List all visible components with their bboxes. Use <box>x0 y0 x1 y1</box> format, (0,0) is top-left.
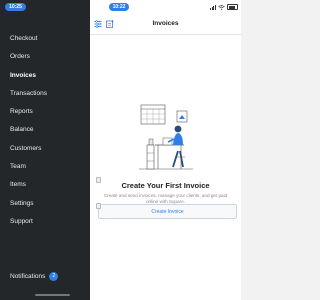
status-time-pill-main: 10:22 <box>109 3 129 11</box>
sidebar-item-orders[interactable]: Orders <box>0 48 90 66</box>
sidebar-item-invoices[interactable]: Invoices <box>0 67 90 85</box>
side-handle-icon[interactable] <box>96 203 101 209</box>
notifications-label: Notifications <box>10 273 46 280</box>
create-invoice-button[interactable]: Create Invoice <box>98 204 237 219</box>
main-panel: 10:22 Invoices Create Your First Invoice… <box>90 0 241 300</box>
sidebar-item-transactions[interactable]: Transactions <box>0 85 90 103</box>
battery-icon <box>227 4 238 10</box>
invoice-illustration <box>139 104 193 170</box>
sidebar-item-settings[interactable]: Settings <box>0 195 90 213</box>
sidebar: 10:25 Checkout Orders Invoices Transacti… <box>0 0 90 300</box>
wifi-icon <box>218 4 225 10</box>
sidebar-item-support[interactable]: Support <box>0 213 90 231</box>
side-handle-icon[interactable] <box>96 177 101 183</box>
notifications-count-badge: 2 <box>49 272 59 281</box>
signal-icon <box>209 4 216 10</box>
sidebar-item-checkout[interactable]: Checkout <box>0 30 90 48</box>
sidebar-nav: Checkout Orders Invoices Transactions Re… <box>0 30 90 231</box>
sidebar-item-items[interactable]: Items <box>0 176 90 194</box>
empty-state-title: Create Your First Invoice <box>121 181 210 190</box>
status-icons <box>209 4 238 10</box>
status-time-pill: 10:25 <box>5 3 26 11</box>
notifications-item[interactable]: Notifications 2 <box>10 272 59 281</box>
home-indicator <box>35 294 70 296</box>
header-bar: Invoices <box>90 14 241 35</box>
sidebar-item-team[interactable]: Team <box>0 158 90 176</box>
sidebar-item-reports[interactable]: Reports <box>0 103 90 121</box>
sidebar-item-balance[interactable]: Balance <box>0 121 90 139</box>
sidebar-item-customers[interactable]: Customers <box>0 140 90 158</box>
page-title: Invoices <box>152 20 179 27</box>
